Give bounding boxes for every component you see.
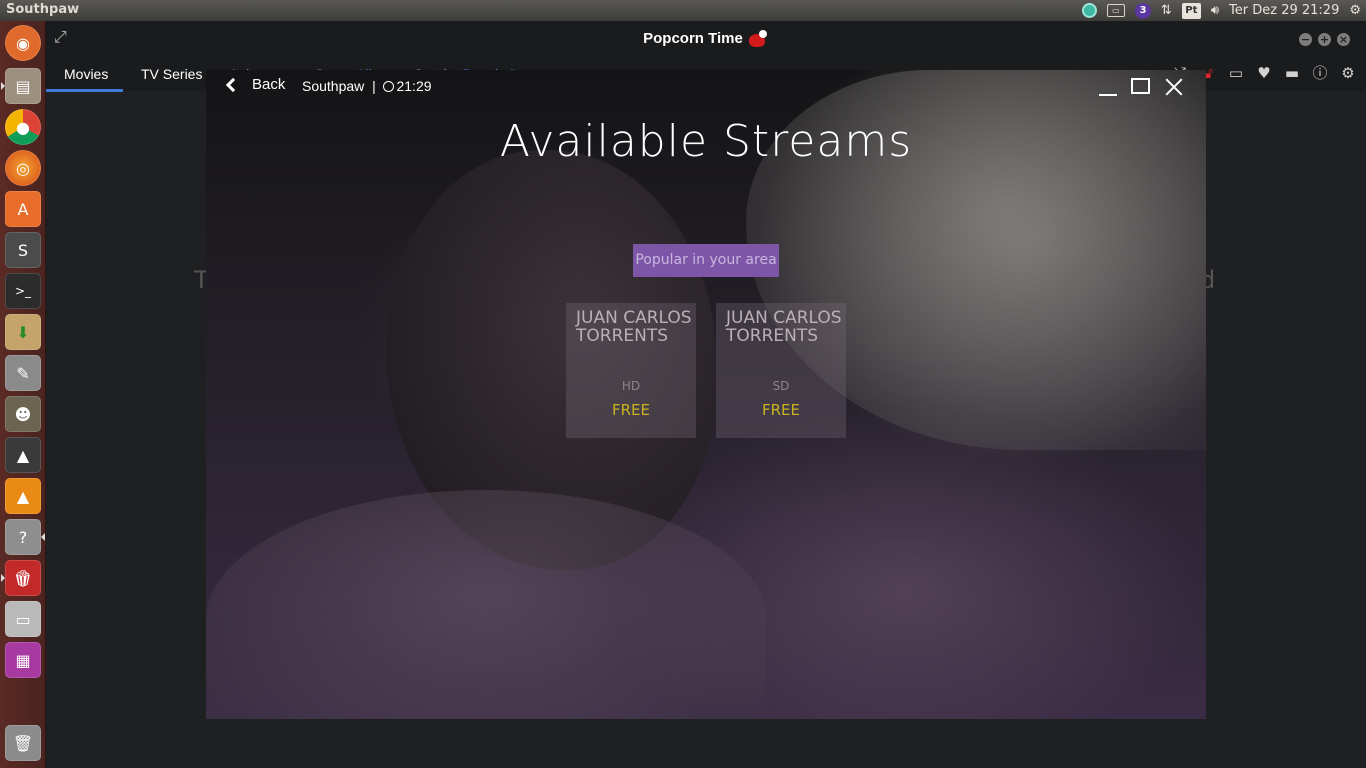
launcher: ◉ ▤ ● ◎ A S >_ ⬇ ✎ ☻ ▲ ▲ ? 🍿︎ ▭ ▦ 🗑︎: [0, 21, 46, 768]
overlay-header: Back Southpaw | 21:29: [206, 70, 1206, 104]
maximize-icon[interactable]: [1131, 78, 1150, 94]
app-window-controls: − + ×: [1299, 33, 1350, 46]
favorites-heart-icon[interactable]: ♥: [1254, 63, 1274, 83]
network-transfer-icon[interactable]: ⇅: [1161, 3, 1172, 18]
active-window-title: Southpaw: [6, 2, 80, 17]
minimize-icon[interactable]: [1099, 76, 1117, 96]
santa-hat-icon: [747, 30, 769, 48]
stream-card-hd[interactable]: JUAN CARLOS TORRENTS HD FREE: [566, 303, 696, 438]
stream-price: FREE: [761, 401, 800, 419]
page-title: Available Streams: [499, 116, 913, 167]
chrome-icon[interactable]: ●: [5, 109, 41, 145]
stream-quality: SD: [772, 379, 790, 393]
gimp-icon[interactable]: ☻: [5, 396, 41, 432]
chevron-left-icon: [225, 77, 241, 92]
overlay-window-controls: [1099, 76, 1184, 96]
app-title: Popcorn Time: [46, 30, 1366, 48]
close-icon[interactable]: [1164, 76, 1184, 96]
app-minimize-button[interactable]: −: [1299, 33, 1312, 46]
workspace-switcher-icon[interactable]: ▦: [5, 642, 41, 678]
volume-icon[interactable]: 🔊︎: [1211, 3, 1219, 18]
top-panel: Southpaw ▭ 3 ⇅ Pt 🔊︎ Ter Dez 29 21:29 ⚙: [0, 0, 1366, 21]
separator: |: [372, 78, 376, 94]
movie-time: 21:29: [396, 78, 432, 94]
settings-gear-icon[interactable]: ⚙: [1349, 3, 1361, 18]
streams-overlay: Back Southpaw | 21:29 Available Streams …: [206, 70, 1206, 719]
movie-title: Southpaw: [302, 78, 365, 94]
software-center-icon[interactable]: A: [5, 191, 41, 227]
clock-icon: [383, 81, 395, 92]
firefox-icon[interactable]: ◎: [5, 150, 41, 186]
movie-info: Southpaw | 21:29: [302, 78, 432, 94]
system-tray: ▭ 3 ⇅ Pt 🔊︎ Ter Dez 29 21:29 ⚙: [1077, 0, 1366, 21]
terminal-icon[interactable]: >_: [5, 273, 41, 309]
trash-icon[interactable]: 🗑︎: [5, 725, 41, 761]
folder-icon[interactable]: ▬: [1282, 63, 1302, 83]
stream-quality: HD: [621, 379, 641, 393]
image-indicator-icon[interactable]: ▭: [1106, 4, 1125, 17]
back-label: Back: [252, 76, 286, 93]
stream-provider: JUAN CARLOS TORRENTS: [576, 308, 692, 346]
popcorn-time-icon[interactable]: 🍿︎: [5, 560, 41, 596]
file-manager-icon[interactable]: ▤: [5, 68, 41, 104]
inkscape-icon[interactable]: ▲: [5, 437, 41, 473]
backdrop-image: [206, 490, 766, 719]
app-close-button[interactable]: ×: [1337, 33, 1350, 46]
stream-provider: JUAN CARLOS TORRENTS: [726, 308, 842, 346]
ubuntu-dash-icon[interactable]: ◉: [5, 25, 41, 61]
settings-gear-icon[interactable]: ⚙: [1338, 63, 1358, 83]
clock-datetime[interactable]: Ter Dez 29 21:29: [1229, 3, 1339, 18]
help-icon[interactable]: ?: [5, 519, 41, 555]
inbox-icon[interactable]: ▭: [1226, 63, 1246, 83]
vlc-icon[interactable]: ▲: [5, 478, 41, 514]
info-icon[interactable]: ⓘ: [1310, 63, 1330, 83]
stream-card-sd[interactable]: JUAN CARLOS TORRENTS SD FREE: [716, 303, 846, 438]
notification-badge[interactable]: 3: [1134, 2, 1151, 19]
app-titlebar: ⤢ Popcorn Time − + ×: [46, 21, 1366, 57]
tab-movies[interactable]: Movies: [46, 61, 123, 92]
drive-icon[interactable]: ▭: [5, 601, 41, 637]
keyboard-layout-indicator[interactable]: Pt: [1181, 2, 1201, 19]
system-settings-icon[interactable]: ✎: [5, 355, 41, 391]
popular-badge: Popular in your area: [633, 244, 779, 277]
sublime-text-icon[interactable]: S: [5, 232, 41, 268]
security-shield-icon[interactable]: [1081, 3, 1097, 18]
back-button[interactable]: Back: [224, 76, 285, 93]
app-maximize-button[interactable]: +: [1318, 33, 1331, 46]
stream-price: FREE: [611, 401, 650, 419]
archive-manager-icon[interactable]: ⬇: [5, 314, 41, 350]
